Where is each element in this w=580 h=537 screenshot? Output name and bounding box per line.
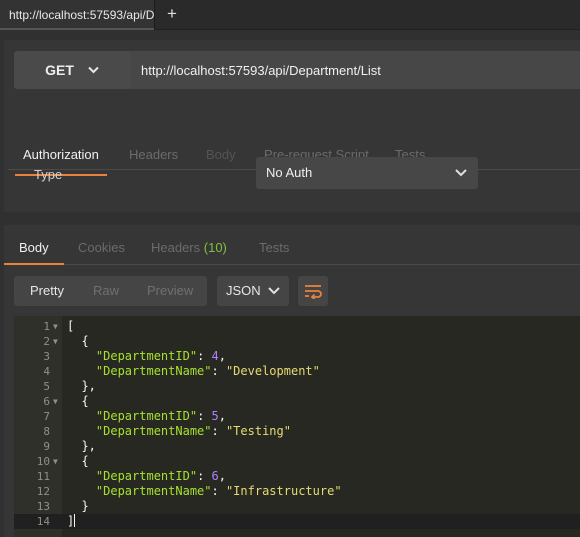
code-text: "DepartmentName": "Infrastructure": [95, 484, 342, 498]
tab-headers[interactable]: Headers: [129, 147, 178, 177]
method-select[interactable]: GET: [14, 51, 130, 89]
chevron-down-icon: [268, 287, 280, 295]
language-select[interactable]: JSON: [217, 276, 289, 306]
code-line: 13 }: [14, 499, 580, 514]
line-number: 13: [36, 500, 50, 513]
request-tab[interactable]: http://localhost:57593/api/Department/Li…: [0, 0, 155, 30]
tab-body[interactable]: Body: [4, 240, 64, 265]
format-raw-button[interactable]: Raw: [93, 276, 119, 306]
code-text: "DepartmentID": 4,: [95, 349, 226, 363]
code-text: "DepartmentID": 5,: [95, 409, 226, 423]
tab-tests[interactable]: Tests: [259, 240, 289, 255]
line-number: 5: [43, 380, 50, 393]
code-line: 5 },: [14, 379, 580, 394]
language-value: JSON: [226, 283, 261, 298]
line-number: 2: [43, 335, 50, 348]
fold-arrow-icon[interactable]: ▼: [53, 319, 58, 334]
wrap-lines-icon: [305, 285, 322, 299]
fold-arrow-icon[interactable]: ▼: [53, 334, 58, 349]
code-line: 12 "DepartmentName": "Infrastructure": [14, 484, 580, 499]
code-text: "DepartmentID": 6,: [95, 469, 226, 483]
code-text: {: [67, 454, 89, 468]
tab-body[interactable]: Body: [206, 147, 236, 177]
response-tabs: Body Cookies Headers (10) Tests: [4, 225, 580, 265]
chevron-down-icon: [88, 66, 99, 74]
code-text: [: [67, 319, 75, 333]
url-input[interactable]: [130, 51, 580, 89]
code-line: 1 ▼ [: [14, 319, 580, 334]
tab-headers-label: Headers: [151, 240, 201, 255]
code-line: 11 "DepartmentID": 6,: [14, 469, 580, 484]
auth-type-label: Type: [34, 167, 63, 182]
line-number: 1: [43, 320, 50, 333]
code-line: 14]: [14, 514, 580, 529]
code-text: }: [67, 499, 89, 513]
code-text: "DepartmentName": "Testing": [95, 424, 291, 438]
line-number: 9: [43, 440, 50, 453]
code-text: {: [67, 394, 89, 408]
code-line: 7 "DepartmentID": 5,: [14, 409, 580, 424]
wrap-lines-button[interactable]: [298, 276, 328, 306]
tab-strip: http://localhost:57593/api/Department/Li…: [0, 0, 580, 30]
code-line: 8 "DepartmentName": "Testing": [14, 424, 580, 439]
code-line: 3 "DepartmentID": 4,: [14, 349, 580, 364]
line-number: 8: [43, 425, 50, 438]
auth-type-select[interactable]: No Auth: [256, 157, 478, 189]
line-number: 6: [43, 395, 50, 408]
code-line: 9 },: [14, 439, 580, 454]
response-body-editor[interactable]: 1 ▼[2 ▼ {3 "DepartmentID": 4, 4 "Department…: [14, 316, 580, 537]
headers-count-badge: (10): [203, 240, 227, 255]
line-number: 4: [43, 365, 50, 378]
method-label: GET: [45, 62, 74, 78]
fold-arrow-icon[interactable]: ▼: [53, 394, 58, 409]
line-number: 10: [36, 455, 50, 468]
line-number: 3: [43, 350, 50, 363]
code-line: 6 ▼ {: [14, 394, 580, 409]
tab-headers[interactable]: Headers (10): [151, 240, 227, 255]
code-text: "DepartmentName": "Development": [95, 364, 320, 378]
line-number: 12: [36, 485, 50, 498]
fold-arrow-icon[interactable]: ▼: [53, 454, 58, 469]
code-line: 10 ▼ {: [14, 454, 580, 469]
format-pretty-button[interactable]: Pretty: [30, 276, 64, 306]
code-text: },: [67, 379, 96, 393]
chevron-down-icon: [455, 169, 467, 177]
auth-type-value: No Auth: [266, 165, 313, 180]
code-line: 2 ▼ {: [14, 334, 580, 349]
new-tab-button[interactable]: +: [158, 0, 186, 30]
code-line: 4 "DepartmentName": "Development": [14, 364, 580, 379]
line-number: 7: [43, 410, 50, 423]
format-toggle-group: Pretty Raw Preview: [14, 276, 207, 306]
tab-cookies[interactable]: Cookies: [78, 240, 125, 255]
code-text: {: [67, 334, 89, 348]
line-number: 11: [36, 470, 50, 483]
line-number: 14: [36, 515, 50, 528]
code-text: },: [67, 439, 96, 453]
code-text: ]: [67, 514, 76, 528]
format-preview-button[interactable]: Preview: [147, 276, 193, 306]
